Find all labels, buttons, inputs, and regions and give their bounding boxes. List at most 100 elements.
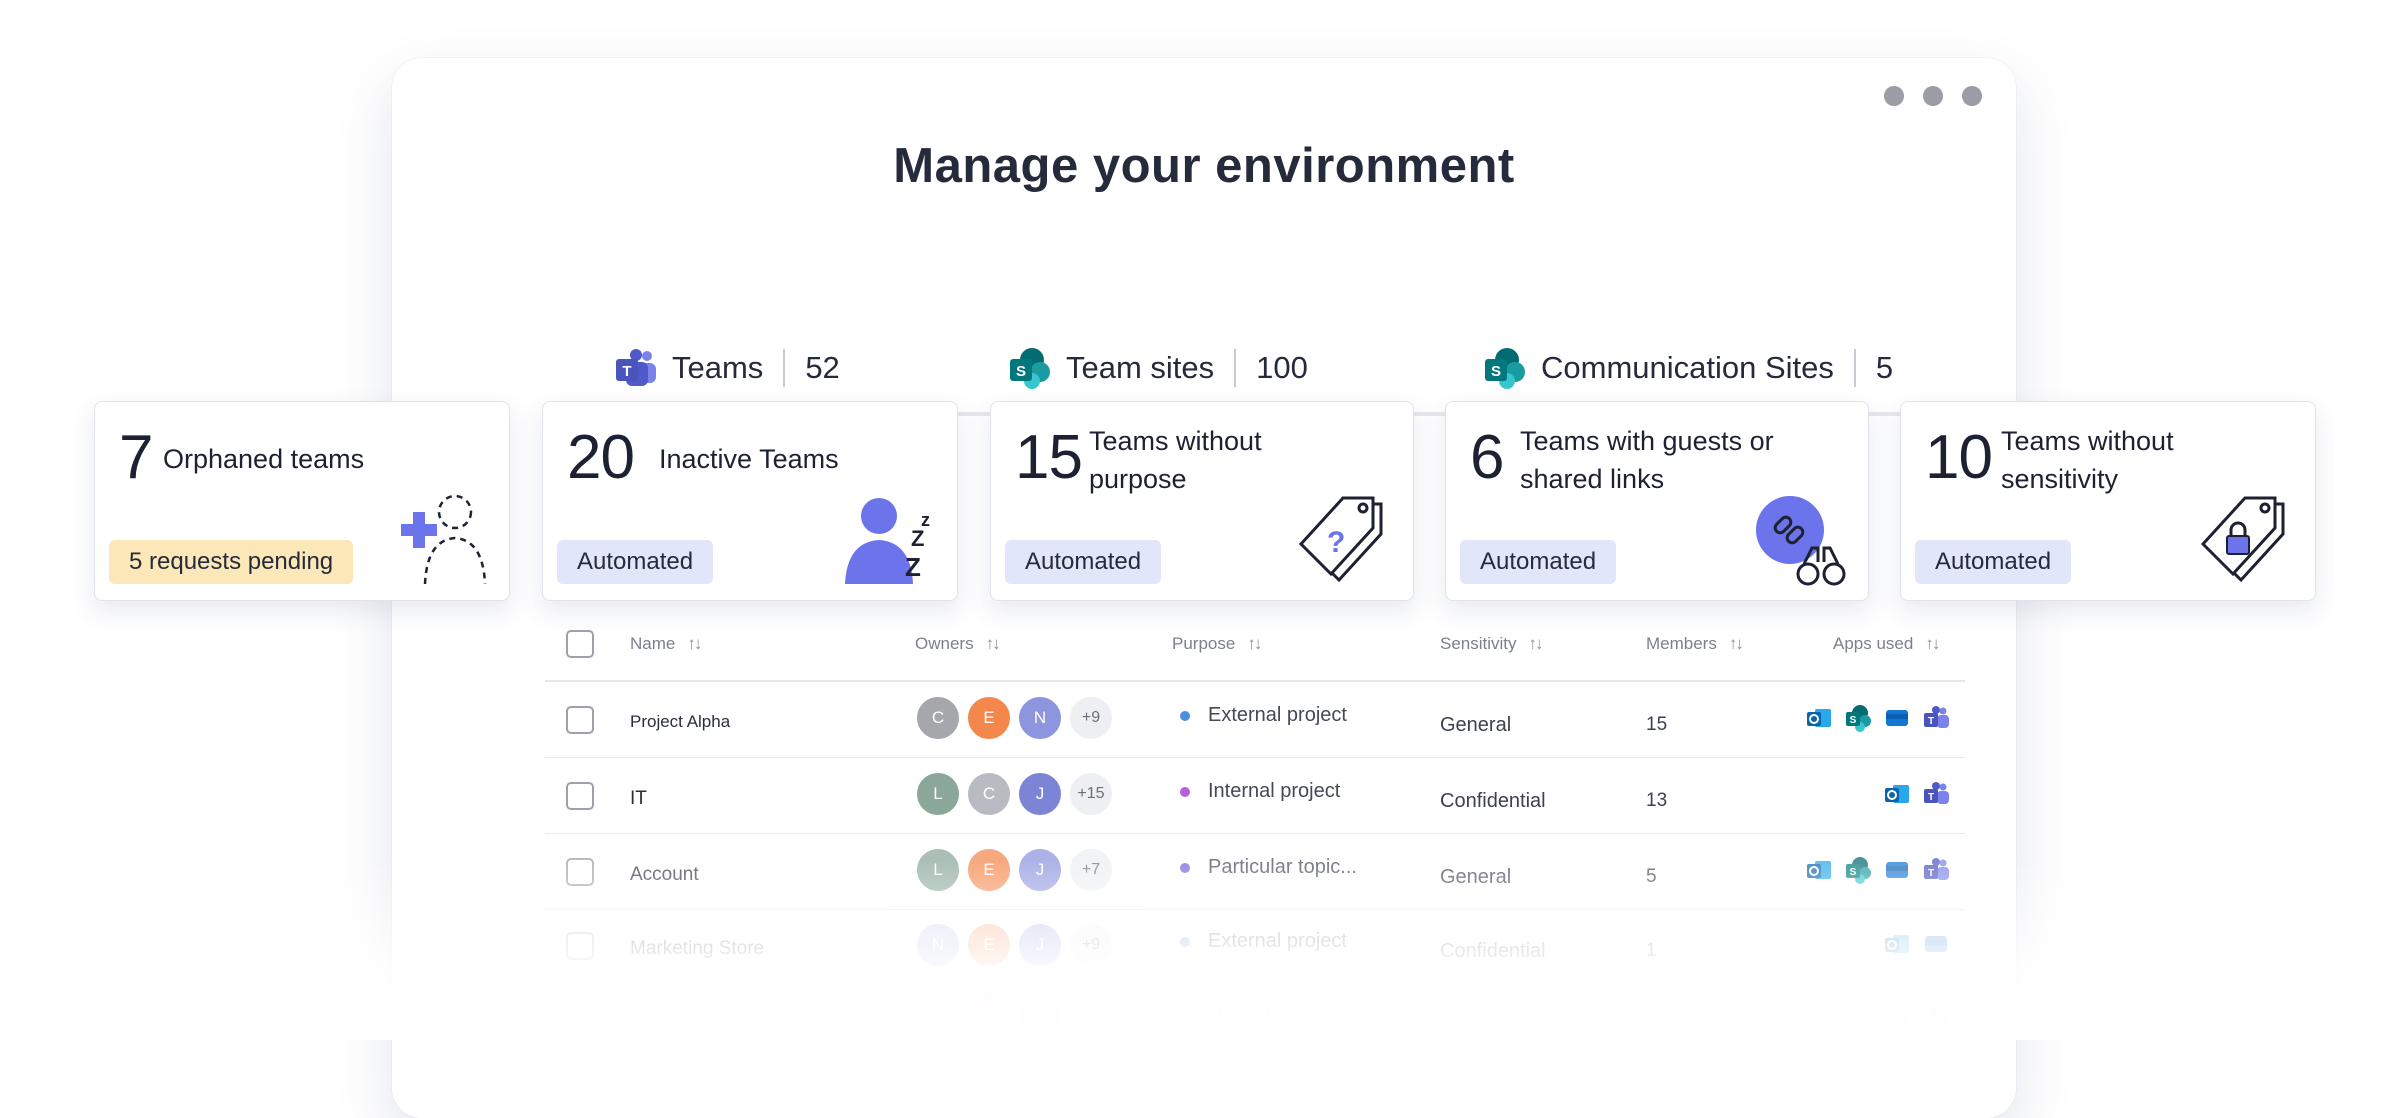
member-count: 4 <box>1646 1014 1657 1035</box>
more-owners-badge[interactable]: +9 <box>1068 695 1114 741</box>
table-row[interactable]: Marketing Store N E J +9 External projec… <box>545 910 1965 982</box>
avatar[interactable]: E <box>966 695 1012 741</box>
team-name[interactable]: Project Alpha <box>630 712 730 732</box>
outlook-icon[interactable] <box>1805 704 1833 732</box>
status-badge: Automated <box>1005 540 1162 584</box>
apps-used: S T <box>1805 856 1950 884</box>
card-count: 7 <box>119 423 153 492</box>
window-dot-icon[interactable] <box>1923 86 1943 106</box>
column-header-sensitivity[interactable]: Sensitivity ↑↓ <box>1440 634 1544 654</box>
row-checkbox[interactable] <box>566 782 594 810</box>
avatar[interactable]: L <box>915 847 961 893</box>
teams-icon: T <box>616 349 656 386</box>
outlook-icon[interactable] <box>1883 930 1911 958</box>
sort-icon[interactable]: ↑↓ <box>1729 634 1744 654</box>
sort-icon[interactable]: ↑↓ <box>1529 634 1544 654</box>
card-orphaned-teams[interactable]: 7 Orphaned teams 5 requests pending <box>94 401 510 601</box>
card-inactive-teams[interactable]: 20 Inactive Teams Automated Z z Z <box>542 401 958 601</box>
team-name[interactable]: IT <box>630 788 647 810</box>
svg-text:Z: Z <box>905 552 921 582</box>
more-owners-badge[interactable]: +7 <box>1068 847 1114 893</box>
planner-icon[interactable] <box>1922 930 1950 958</box>
column-header-owners[interactable]: Owners ↑↓ <box>915 634 1001 654</box>
more-owners-badge[interactable]: +9 <box>1068 922 1114 968</box>
more-owners-badge[interactable]: +18 <box>1068 995 1114 1041</box>
avatar[interactable]: E <box>966 995 1012 1041</box>
avatar[interactable]: E <box>966 922 1012 968</box>
sleeping-user-icon: Z z Z <box>845 498 930 584</box>
window-dot-icon[interactable] <box>1884 86 1904 106</box>
avatar[interactable]: J <box>1017 771 1063 817</box>
sharepoint-icon[interactable]: S <box>1844 704 1872 732</box>
planner-icon[interactable] <box>1883 704 1911 732</box>
tab-label: Team sites <box>1066 350 1215 385</box>
row-checkbox[interactable] <box>566 858 594 886</box>
column-header-label: Members <box>1646 634 1717 653</box>
outlook-icon[interactable] <box>1883 1004 1911 1032</box>
avatar[interactable]: C <box>1017 995 1063 1041</box>
table-row[interactable]: IT L C J +15 Internal project Confidenti… <box>545 758 1965 834</box>
avatar[interactable]: E <box>966 847 1012 893</box>
planner-icon[interactable] <box>1883 856 1911 884</box>
question-tag-icon: ? <box>1298 496 1383 583</box>
team-name[interactable]: Marketing Store <box>630 938 764 960</box>
window-dot-icon[interactable] <box>1962 86 1982 106</box>
card-label: Teams without sensitivity <box>2001 426 2174 494</box>
column-header-purpose[interactable]: Purpose ↑↓ <box>1172 634 1262 654</box>
sort-icon[interactable]: ↑↓ <box>687 634 702 654</box>
column-header-name[interactable]: Name ↑↓ <box>630 634 702 654</box>
svg-text:S: S <box>1850 715 1857 726</box>
sensitivity-label: Confidential <box>1440 1014 1546 1036</box>
card-teams-without-purpose[interactable]: 15 Teams without purpose Automated ? <box>990 401 1414 601</box>
tab-team-sites[interactable]: S Team sites 100 <box>1008 338 1308 398</box>
avatar[interactable]: J <box>1017 847 1063 893</box>
sort-icon[interactable]: ↑↓ <box>986 634 1001 654</box>
select-all-checkbox[interactable] <box>566 630 594 658</box>
svg-text:?: ? <box>1327 526 1345 559</box>
avatar[interactable]: N <box>1017 695 1063 741</box>
row-checkbox[interactable] <box>566 706 594 734</box>
member-count: 13 <box>1646 790 1668 811</box>
row-checkbox[interactable] <box>566 932 594 960</box>
avatar[interactable]: J <box>1017 922 1063 968</box>
card-teams-with-guests[interactable]: 6 Teams with guests or shared links Auto… <box>1445 401 1869 601</box>
tab-communication-sites[interactable]: S Communication Sites 5 <box>1483 338 1893 398</box>
card-count: 20 <box>567 423 635 492</box>
teams-icon[interactable]: T <box>1922 704 1950 732</box>
table-row[interactable]: Project Alpha C E N +9 External project … <box>545 682 1965 758</box>
avatar[interactable]: C <box>915 695 961 741</box>
sensitivity-label: General <box>1440 866 1512 888</box>
card-label: Inactive Teams <box>659 444 839 474</box>
page-title: Manage your environment <box>893 139 1515 193</box>
outlook-icon[interactable] <box>1805 856 1833 884</box>
team-name[interactable]: Account <box>630 864 699 886</box>
sharepoint-icon[interactable]: S <box>1844 856 1872 884</box>
teams-icon[interactable]: T <box>1922 856 1950 884</box>
team-name[interactable]: London office <box>630 1012 744 1034</box>
column-header-apps[interactable]: Apps used ↑↓ <box>1833 634 1940 654</box>
row-checkbox[interactable] <box>566 1006 594 1034</box>
avatar[interactable]: L <box>915 995 961 1041</box>
column-header-label: Purpose <box>1172 634 1236 653</box>
avatar[interactable]: C <box>966 771 1012 817</box>
purpose-cell: Office location <box>1180 1004 1334 1027</box>
avatar[interactable]: N <box>915 922 961 968</box>
outlook-icon[interactable] <box>1883 780 1911 808</box>
teams-icon[interactable]: T <box>1922 780 1950 808</box>
more-owners-badge[interactable]: +15 <box>1068 771 1114 817</box>
purpose-cell: Internal project <box>1180 780 1340 803</box>
column-header-label: Owners <box>915 634 974 653</box>
column-header-members[interactable]: Members ↑↓ <box>1646 634 1744 654</box>
table-row[interactable]: Account L E J +7 Particular topic... Gen… <box>545 834 1965 910</box>
svg-text:S: S <box>1850 867 1857 878</box>
table-row[interactable]: London office L E C +18 Office location … <box>545 982 1965 1058</box>
sort-icon[interactable]: ↑↓ <box>1247 634 1262 654</box>
tab-teams[interactable]: T Teams 52 <box>614 338 840 398</box>
svg-text:T: T <box>622 363 631 380</box>
teams-icon[interactable]: T <box>1922 1004 1950 1032</box>
owner-avatars: L C J +15 <box>915 771 1119 817</box>
sort-icon[interactable]: ↑↓ <box>1925 634 1940 654</box>
avatar[interactable]: L <box>915 771 961 817</box>
apps-used: T <box>1883 780 1950 808</box>
card-teams-without-sensitivity[interactable]: 10 Teams without sensitivity Automated <box>1900 401 2316 601</box>
